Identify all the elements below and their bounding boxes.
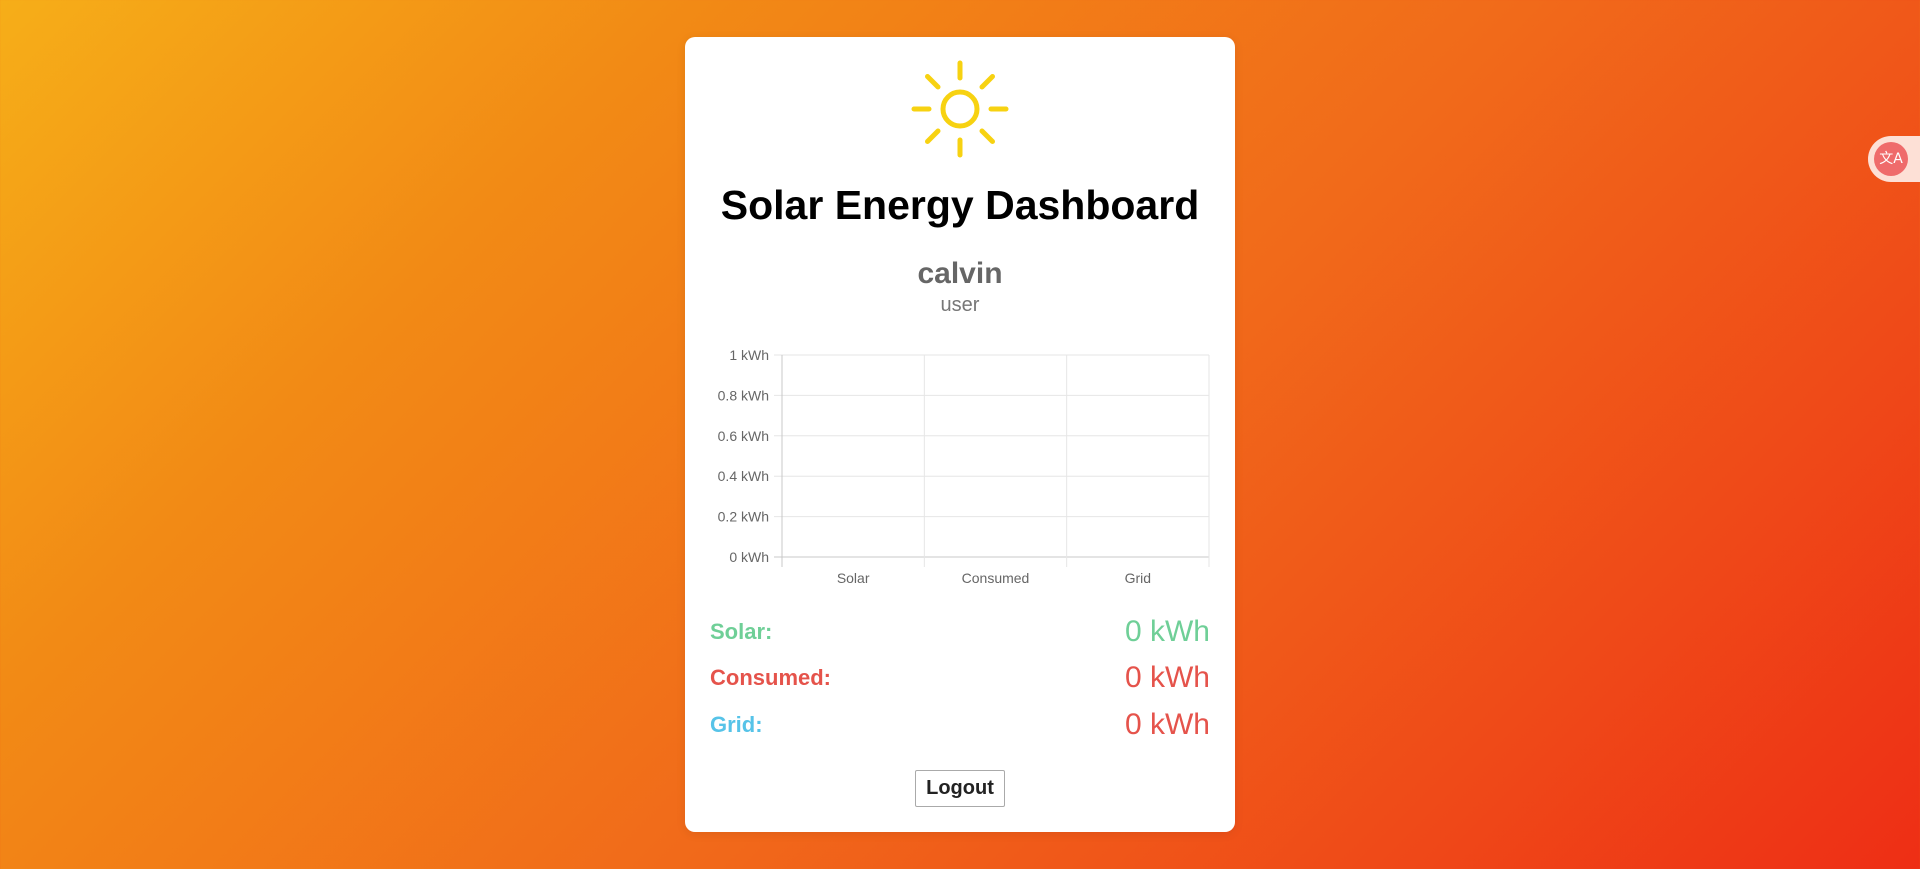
stat-label-grid: Grid:	[710, 712, 763, 737]
logout-button[interactable]: Logout	[915, 770, 1005, 807]
stat-value-consumed: 0 kWh	[1124, 661, 1210, 694]
x-tick-label: Consumed	[962, 570, 1030, 586]
y-tick-label: 0.8 kWh	[718, 387, 769, 403]
x-tick-label: Solar	[837, 570, 870, 586]
dashboard-card: Solar Energy Dashboard calvin user 0 kWh…	[685, 37, 1235, 832]
user-name: calvin	[917, 257, 1003, 290]
stat-label-consumed: Consumed:	[710, 665, 831, 690]
y-tick-label: 1 kWh	[729, 347, 769, 363]
y-tick-label: 0 kWh	[729, 549, 769, 565]
user-role: user	[940, 294, 980, 316]
y-tick-label: 0.6 kWh	[718, 428, 769, 444]
stat-value-grid: 0 kWh	[1124, 708, 1210, 741]
page-title: Solar Energy Dashboard	[720, 182, 1200, 228]
y-tick-label: 0.2 kWh	[718, 509, 769, 525]
stat-value-solar: 0 kWh	[1124, 615, 1210, 648]
translate-icon[interactable]: 文A	[1874, 142, 1908, 176]
y-tick-label: 0.4 kWh	[718, 468, 769, 484]
sun-icon	[911, 60, 1009, 158]
x-tick-label: Grid	[1125, 570, 1151, 586]
translate-extension-tab[interactable]: 文A	[1868, 136, 1920, 182]
stat-label-solar: Solar:	[710, 619, 773, 644]
